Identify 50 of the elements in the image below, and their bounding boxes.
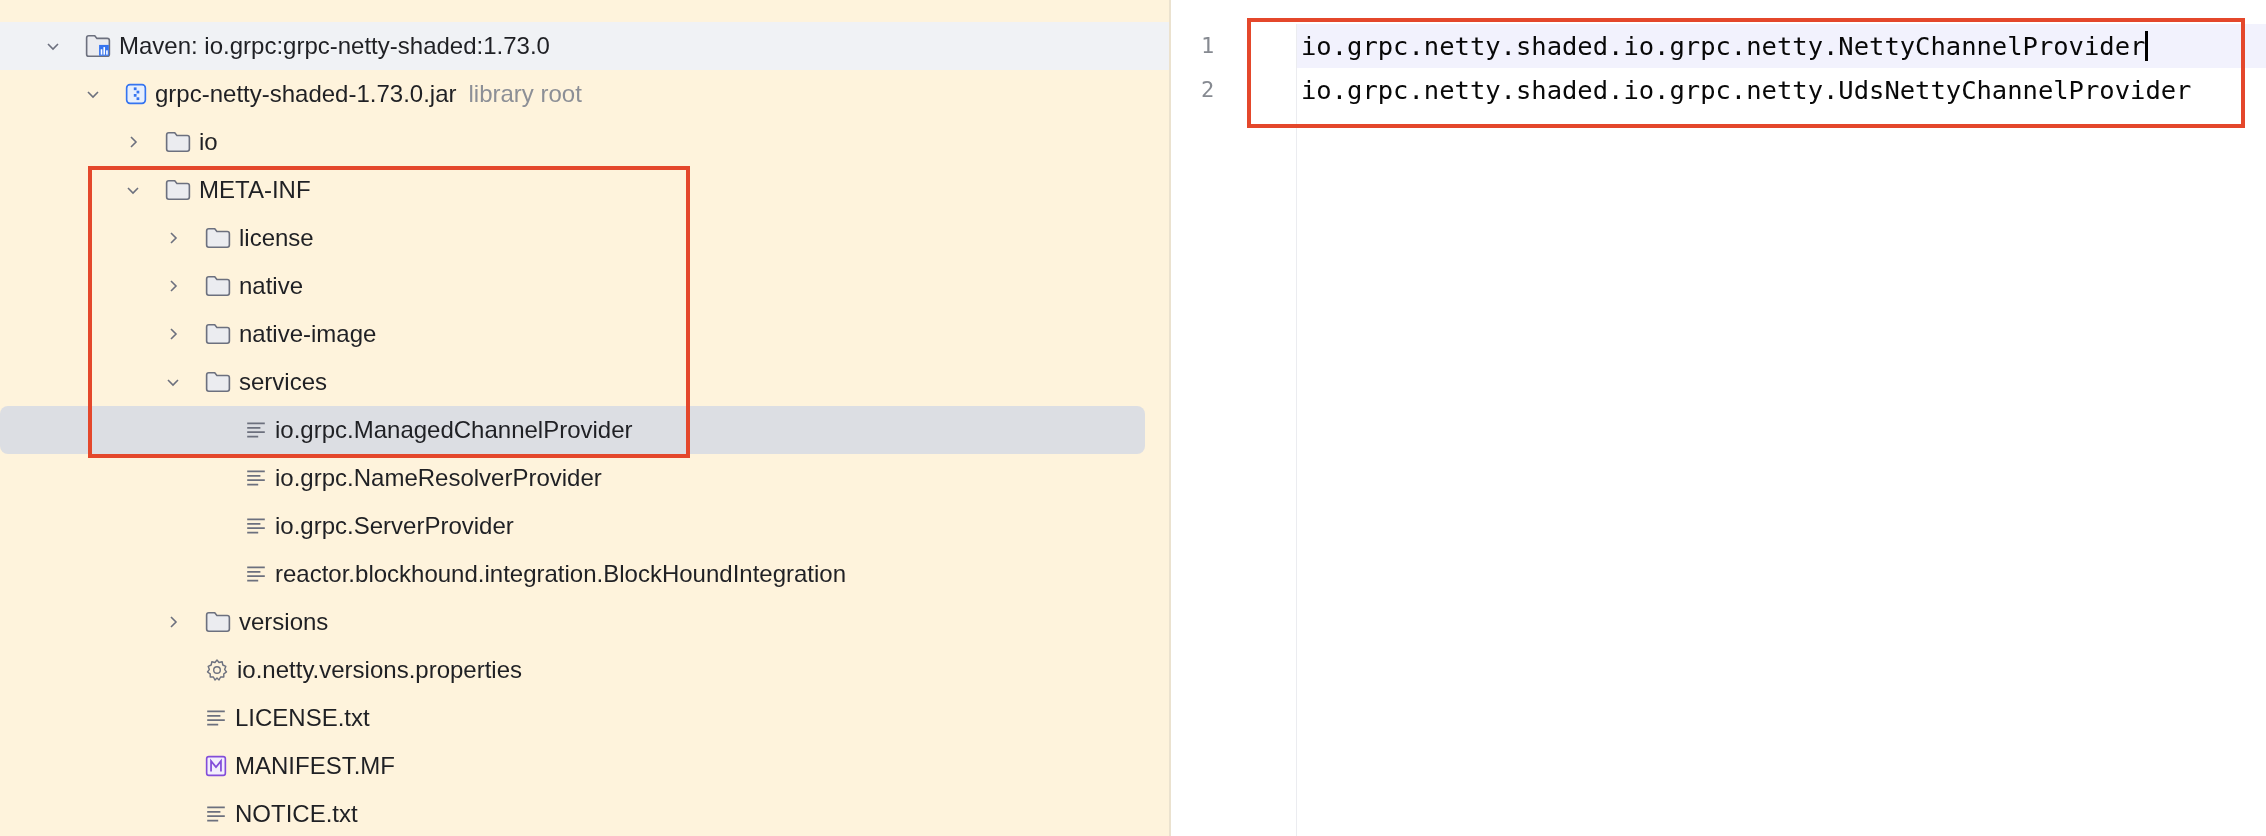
- tree-item[interactable]: io.netty.versions.properties: [0, 646, 1145, 694]
- tree-item-label: native: [239, 272, 304, 300]
- tree-item[interactable]: native-image: [0, 310, 1145, 358]
- tree-item[interactable]: io.grpc.ManagedChannelProvider: [0, 406, 1145, 454]
- tree-item-label: versions: [239, 608, 329, 636]
- tree-item[interactable]: NOTICE.txt: [0, 790, 1145, 836]
- folder-icon: [165, 131, 191, 153]
- tree-item-label: META-INF: [199, 176, 311, 204]
- tree-item[interactable]: META-INF: [0, 166, 1145, 214]
- tree-item[interactable]: LICENSE.txt: [0, 694, 1145, 742]
- folder-icon: [165, 179, 191, 201]
- tree-item-label: io.grpc.ManagedChannelProvider: [275, 416, 633, 444]
- library-folder-icon: [85, 34, 111, 58]
- tree-item-label: io.netty.versions.properties: [237, 656, 523, 684]
- tree-item-note: library root: [468, 80, 582, 108]
- tree-item[interactable]: Maven: io.grpc:grpc-netty-shaded:1.73.0: [0, 22, 1169, 70]
- tree-item[interactable]: grpc-netty-shaded-1.73.0.jar library root: [0, 70, 1145, 118]
- tree-item-label: native-image: [239, 320, 377, 348]
- tree-item-label: grpc-netty-shaded-1.73.0.jar: [155, 80, 457, 108]
- tree-item[interactable]: services: [0, 358, 1145, 406]
- folder-icon: [205, 611, 231, 633]
- tree-item-label: license: [239, 224, 314, 252]
- tree-item[interactable]: reactor.blockhound.integration.BlockHoundIntegration: [0, 550, 1145, 598]
- line-number: 2: [1200, 76, 1216, 104]
- folder-icon: [205, 275, 231, 297]
- folder-icon: [205, 323, 231, 345]
- tree-item[interactable]: io: [0, 118, 1145, 166]
- tree-item-label: io: [199, 128, 218, 156]
- tree-item[interactable]: io.grpc.NameResolverProvider: [0, 454, 1145, 502]
- folder-icon: [205, 371, 231, 393]
- folder-icon: [205, 227, 231, 249]
- text-cursor: [2145, 31, 2149, 61]
- tree-item-label: MANIFEST.MF: [235, 752, 395, 780]
- line-number: 1: [1200, 32, 1216, 60]
- tree-item-label: io.grpc.ServerProvider: [275, 512, 514, 540]
- tree-item[interactable]: license: [0, 214, 1145, 262]
- code-line: io.grpc.netty.shaded.io.grpc.netty.UdsNettyChannelProvider: [1300, 74, 2193, 107]
- tree-item-label: io.grpc.NameResolverProvider: [275, 464, 602, 492]
- gear-icon: [205, 658, 229, 682]
- tree-item-label: Maven: io.grpc:grpc-netty-shaded:1.73.0: [119, 32, 550, 60]
- archive-icon: [125, 83, 147, 105]
- tree-item-label: reactor.blockhound.integration.BlockHoundIntegration: [275, 560, 847, 588]
- manifest-file-icon: [205, 755, 227, 777]
- tree-item-label: NOTICE.txt: [235, 800, 358, 828]
- tree-item-label: LICENSE.txt: [235, 704, 370, 732]
- tree-item[interactable]: native: [0, 262, 1145, 310]
- tree-item[interactable]: io.grpc.ServerProvider: [0, 502, 1145, 550]
- tree-item[interactable]: MANIFEST.MF: [0, 742, 1145, 790]
- tree-item-label: services: [239, 368, 328, 396]
- tree-item[interactable]: versions: [0, 598, 1145, 646]
